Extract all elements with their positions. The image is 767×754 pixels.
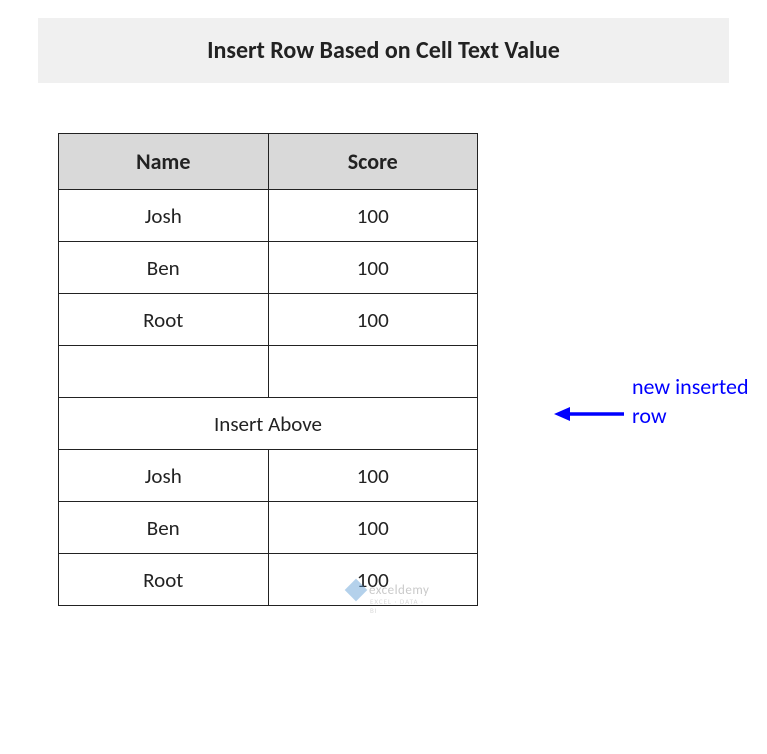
page-title: Insert Row Based on Cell Text Value [78,36,689,65]
watermark-tagline: EXCEL · DATA · BI [370,597,429,615]
watermark-brand: exceldemy [369,583,429,598]
cell-score: 100 [268,190,478,242]
cell-name: Josh [59,450,269,502]
arrow-left-icon [554,404,624,424]
table-row: Ben 100 [59,242,478,294]
cell-name: Ben [59,242,269,294]
cell-name [59,346,269,398]
watermark: exceldemy EXCEL · DATA · BI [348,582,429,598]
cell-name: Josh [59,190,269,242]
table-row-inserted [59,346,478,398]
cell-score: 100 [268,294,478,346]
header-score: Score [268,134,478,190]
data-table: Name Score Josh 100 Ben 100 Root 100 I [58,133,478,606]
cell-score: 100 [268,242,478,294]
content-area: Name Score Josh 100 Ben 100 Root 100 I [58,133,767,606]
header-name: Name [59,134,269,190]
cell-score: 100 [268,450,478,502]
cell-name: Root [59,294,269,346]
title-bar: Insert Row Based on Cell Text Value [38,18,729,83]
table-row: Root 100 [59,294,478,346]
table-row-merged: Insert Above [59,398,478,450]
annotation-callout: new inserted row [554,385,767,442]
cell-score: 100 [268,502,478,554]
watermark-icon [345,579,368,602]
table-row: Ben 100 [59,502,478,554]
cell-score [268,346,478,398]
cell-name: Root [59,554,269,606]
annotation-text: new inserted row [632,373,767,430]
table-row: Josh 100 [59,450,478,502]
cell-merged: Insert Above [59,398,478,450]
table-row: Josh 100 [59,190,478,242]
table-header-row: Name Score [59,134,478,190]
cell-name: Ben [59,502,269,554]
